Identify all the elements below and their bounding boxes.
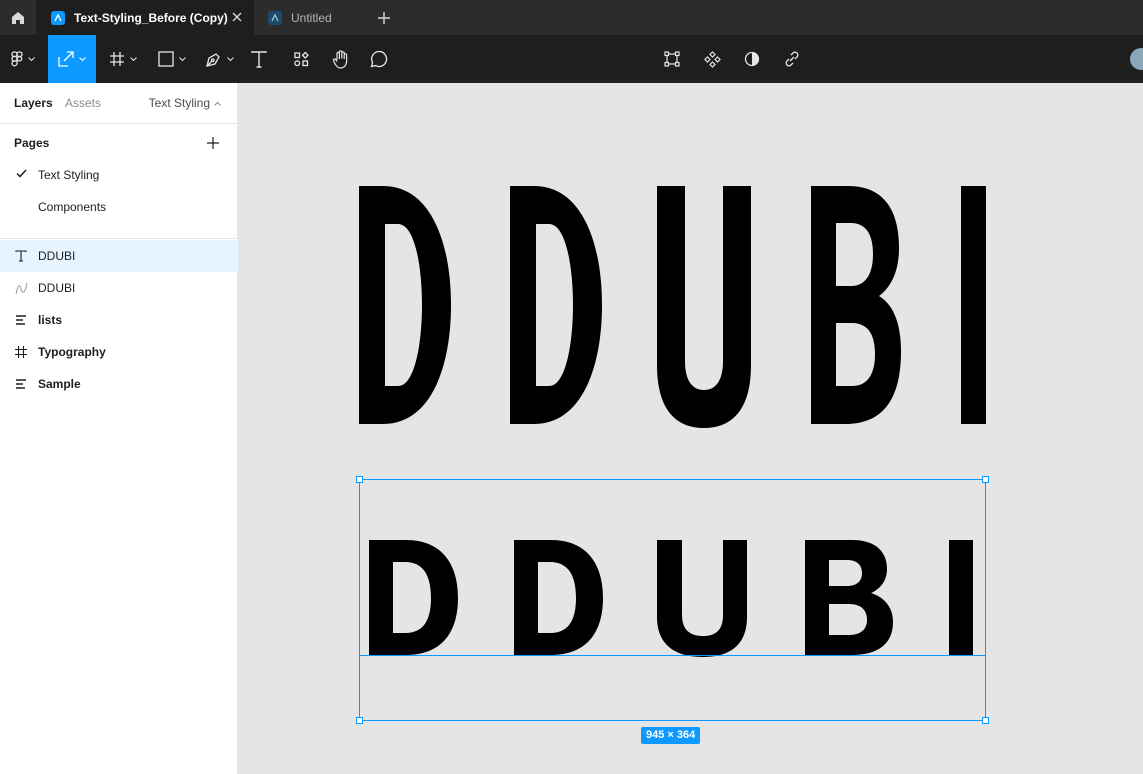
file-icon bbox=[268, 10, 282, 25]
panel-tabs: Layers Assets Text Styling bbox=[0, 83, 237, 124]
pages-title: Pages bbox=[14, 136, 50, 150]
resources-icon bbox=[293, 51, 309, 66]
layer-row[interactable]: lists bbox=[0, 304, 238, 336]
frame-icon bbox=[14, 345, 28, 359]
close-icon[interactable] bbox=[229, 9, 245, 25]
tab-layers[interactable]: Layers bbox=[14, 96, 53, 110]
chevron-up-icon bbox=[214, 101, 221, 106]
page-label: Components bbox=[38, 200, 107, 214]
pages-section: Pages Text Styling Components bbox=[0, 124, 237, 239]
link-button[interactable] bbox=[778, 35, 806, 83]
page-label: Text Styling bbox=[38, 168, 100, 182]
left-panel: Layers Assets Text Styling Pages Text St… bbox=[0, 83, 238, 774]
pen-icon bbox=[205, 52, 220, 67]
layers-list: DDUBI DDUBI lists Typography Sample bbox=[0, 240, 238, 400]
move-tool[interactable] bbox=[48, 35, 96, 83]
tab-label: Text-Styling_Before (Copy) bbox=[74, 10, 228, 25]
chevron-down-icon bbox=[179, 56, 186, 61]
resources-tool[interactable] bbox=[286, 35, 316, 83]
shape-tool[interactable] bbox=[150, 35, 194, 83]
layer-name: lists bbox=[38, 313, 63, 327]
toolbar bbox=[0, 35, 1143, 83]
text-tool[interactable] bbox=[244, 35, 274, 83]
layer-name: Typography bbox=[38, 345, 106, 359]
vector-text-top[interactable] bbox=[359, 186, 986, 428]
component-button[interactable] bbox=[698, 35, 726, 83]
home-icon bbox=[12, 11, 24, 24]
selection-size-badge: 945 × 364 bbox=[641, 727, 701, 744]
auto-layout-icon bbox=[14, 377, 28, 391]
mask-icon bbox=[744, 51, 760, 67]
frame-icon bbox=[110, 52, 124, 66]
chevron-down-icon bbox=[130, 56, 137, 61]
add-page-button[interactable] bbox=[205, 135, 221, 151]
chevron-down-icon bbox=[226, 56, 234, 61]
layer-row[interactable]: DDUBI bbox=[0, 272, 238, 304]
transform-icon bbox=[664, 51, 680, 67]
layer-row[interactable]: Typography bbox=[0, 336, 238, 368]
hand-icon bbox=[332, 49, 348, 69]
layer-name: Sample bbox=[38, 377, 81, 391]
chevron-down-icon bbox=[28, 56, 35, 61]
tab-assets[interactable]: Assets bbox=[65, 96, 101, 110]
page-switcher[interactable]: Text Styling bbox=[149, 96, 221, 110]
vector-icon bbox=[14, 281, 28, 295]
avatar[interactable] bbox=[1130, 48, 1143, 70]
text-layer-bottom[interactable] bbox=[369, 540, 973, 657]
tab-untitled[interactable]: Untitled bbox=[254, 0, 366, 35]
component-icon bbox=[703, 50, 721, 68]
figma-logo-icon bbox=[11, 51, 23, 67]
rectangle-icon bbox=[158, 51, 174, 67]
layer-name: DDUBI bbox=[38, 249, 76, 263]
layer-row[interactable]: DDUBI bbox=[0, 240, 238, 272]
plus-icon bbox=[207, 137, 219, 149]
tab-text-styling[interactable]: Text-Styling_Before (Copy) bbox=[36, 0, 254, 35]
check-icon bbox=[16, 169, 27, 178]
tab-label: Untitled bbox=[291, 10, 332, 25]
home-button[interactable] bbox=[0, 0, 36, 35]
text-icon bbox=[251, 50, 267, 68]
transform-button[interactable] bbox=[658, 35, 686, 83]
new-tab-button[interactable] bbox=[372, 6, 396, 30]
pen-tool[interactable] bbox=[198, 35, 240, 83]
layer-name: DDUBI bbox=[38, 281, 76, 295]
plus-icon bbox=[378, 12, 390, 24]
frame-tool[interactable] bbox=[100, 35, 146, 83]
layer-row[interactable]: Sample bbox=[0, 368, 238, 400]
scale-icon bbox=[58, 51, 74, 67]
canvas-artwork bbox=[356, 186, 989, 724]
auto-layout-icon bbox=[14, 313, 28, 327]
main-menu-button[interactable] bbox=[0, 35, 46, 83]
file-icon bbox=[51, 10, 65, 25]
tab-bar: Text-Styling_Before (Copy) Untitled bbox=[0, 0, 1143, 35]
hand-tool[interactable] bbox=[326, 35, 356, 83]
page-item-components[interactable]: Components bbox=[0, 191, 238, 223]
comment-icon bbox=[370, 50, 388, 68]
link-icon bbox=[785, 51, 799, 67]
canvas[interactable]: 945 × 364 bbox=[238, 83, 1143, 774]
page-item-text-styling[interactable]: Text Styling bbox=[0, 159, 238, 191]
current-page-label: Text Styling bbox=[148, 96, 210, 110]
comment-tool[interactable] bbox=[364, 35, 394, 83]
mask-button[interactable] bbox=[738, 35, 766, 83]
chevron-down-icon bbox=[79, 56, 86, 61]
text-icon bbox=[14, 249, 28, 263]
